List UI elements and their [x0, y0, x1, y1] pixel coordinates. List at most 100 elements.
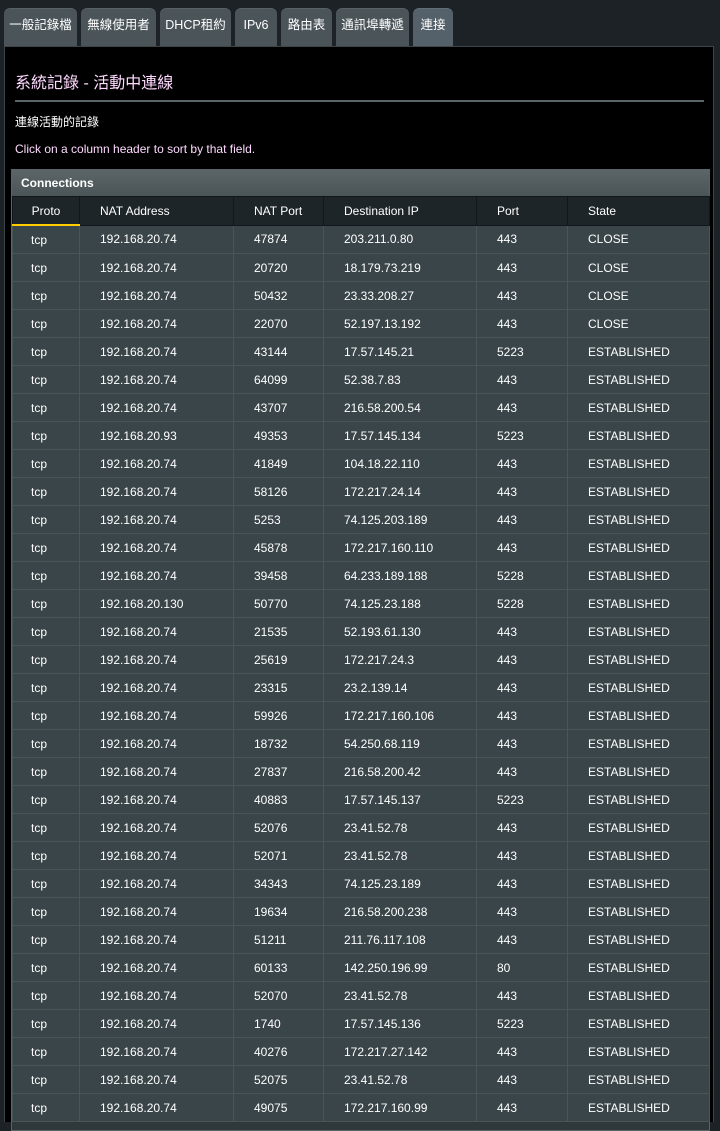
cell-port: 5223: [476, 337, 568, 366]
tab-ipv6[interactable]: IPv6: [235, 8, 277, 51]
cell-proto: tcp: [12, 561, 80, 590]
table-row: tcp 192.168.20.74 23315 23.2.139.14 443 ESTAB…: [12, 673, 710, 702]
table-row: tcp 192.168.20.74 58126 172.217.24.14 443 EST…: [12, 477, 710, 506]
cell-nat-address: 192.168.20.130: [79, 589, 234, 618]
cell-proto: tcp: [12, 309, 80, 338]
table-row: tcp 192.168.20.74 40276 172.217.27.142 443 ES…: [12, 1037, 710, 1066]
tab-routing-table[interactable]: 路由表: [281, 8, 332, 51]
cell-nat-port: 39458: [233, 561, 324, 590]
column-header-nat-address[interactable]: NAT Address: [79, 196, 234, 226]
cell-nat-address: 192.168.20.74: [79, 337, 234, 366]
table-row: tcp 192.168.20.74 43707 216.58.200.54 443 EST…: [12, 393, 710, 422]
cell-port: 443: [476, 673, 568, 702]
cell-proto: tcp: [12, 1093, 80, 1122]
tab-port-forwarding[interactable]: 通訊埠轉遞: [336, 8, 409, 51]
cell-nat-port: 47874: [233, 224, 324, 254]
cell-state: CLOSE: [567, 309, 710, 338]
cell-proto: tcp: [12, 281, 80, 310]
cell-nat-port: 64099: [233, 365, 324, 394]
cell-port: 443: [476, 533, 568, 562]
tab-general-log[interactable]: 一般記錄檔: [4, 8, 77, 51]
cell-proto: tcp: [12, 953, 80, 982]
cell-port: 80: [476, 953, 568, 982]
cell-destination-ip: 104.18.22.110: [323, 449, 477, 478]
cell-port: 443: [476, 813, 568, 842]
cell-port: 5228: [476, 561, 568, 590]
table-row: tcp 192.168.20.74 52070 23.41.52.78 443 ESTAB…: [12, 981, 710, 1010]
cell-destination-ip: 17.57.145.137: [323, 785, 477, 814]
cell-destination-ip: 172.217.160.110: [323, 533, 477, 562]
column-header-proto[interactable]: Proto: [12, 196, 80, 226]
tab-connections[interactable]: 連接: [413, 8, 453, 51]
cell-state: ESTABLISHED: [567, 1093, 710, 1122]
cell-destination-ip: 142.250.196.99: [323, 953, 477, 982]
column-header-port[interactable]: Port: [476, 196, 568, 226]
cell-nat-port: 51211: [233, 925, 324, 954]
cell-port: 443: [476, 309, 568, 338]
cell-nat-address: 192.168.20.74: [79, 673, 234, 702]
page-description: 連線活動的記錄: [15, 115, 100, 129]
cell-nat-address: 192.168.20.74: [79, 729, 234, 758]
cell-port: 5228: [476, 589, 568, 618]
cell-state: ESTABLISHED: [567, 617, 710, 646]
cell-nat-port: 45878: [233, 533, 324, 562]
table-row: tcp 192.168.20.74 52075 23.41.52.78 443 ESTAB…: [12, 1065, 710, 1094]
cell-nat-address: 192.168.20.74: [79, 224, 234, 254]
cell-proto: tcp: [12, 813, 80, 842]
column-header-nat-port[interactable]: NAT Port: [233, 196, 324, 226]
cell-destination-ip: 23.41.52.78: [323, 1065, 477, 1094]
tab-bar: 一般記錄檔 無線使用者 DHCP租約 IPv6 路由表 通訊埠轉遞 連接: [0, 0, 720, 51]
cell-nat-port: 49353: [233, 421, 324, 450]
cell-nat-port: 21535: [233, 617, 324, 646]
column-header-state[interactable]: State: [567, 196, 710, 226]
cell-state: ESTABLISHED: [567, 449, 710, 478]
cell-destination-ip: 203.211.0.80: [323, 224, 477, 254]
cell-destination-ip: 17.57.145.136: [323, 1009, 477, 1038]
cell-proto: tcp: [12, 785, 80, 814]
cell-nat-address: 192.168.20.74: [79, 533, 234, 562]
cell-nat-port: 23315: [233, 673, 324, 702]
cell-port: 443: [476, 701, 568, 730]
tab-wireless-clients[interactable]: 無線使用者: [81, 8, 156, 51]
table-row: tcp 192.168.20.130 50770 74.125.23.188 5228 E…: [12, 589, 710, 618]
cell-proto: tcp: [12, 729, 80, 758]
cell-state: ESTABLISHED: [567, 841, 710, 870]
table-row: tcp 192.168.20.74 60133 142.250.196.99 80 EST…: [12, 953, 710, 982]
cell-state: ESTABLISHED: [567, 505, 710, 534]
cell-nat-address: 192.168.20.74: [79, 897, 234, 926]
cell-nat-port: 58126: [233, 477, 324, 506]
table-row: tcp 192.168.20.74 40883 17.57.145.137 5223 ES…: [12, 785, 710, 814]
cell-proto: tcp: [12, 617, 80, 646]
cell-nat-port: 25619: [233, 645, 324, 674]
cell-destination-ip: 216.58.200.238: [323, 897, 477, 926]
cell-nat-port: 22070: [233, 309, 324, 338]
cell-proto: tcp: [12, 224, 80, 254]
cell-destination-ip: 52.193.61.130: [323, 617, 477, 646]
table-row: tcp 192.168.20.74 27837 216.58.200.42 443 EST…: [12, 757, 710, 786]
cell-nat-port: 18732: [233, 729, 324, 758]
sort-hint: Click on a column header to sort by that…: [15, 142, 256, 156]
column-header-destination-ip[interactable]: Destination IP: [323, 196, 477, 226]
cell-proto: tcp: [12, 645, 80, 674]
cell-port: 443: [476, 841, 568, 870]
cell-nat-port: 52070: [233, 981, 324, 1010]
cell-proto: tcp: [12, 757, 80, 786]
tab-dhcp-leases[interactable]: DHCP租約: [160, 8, 231, 51]
cell-port: 443: [476, 617, 568, 646]
cell-destination-ip: 23.41.52.78: [323, 841, 477, 870]
cell-state: ESTABLISHED: [567, 533, 710, 562]
cell-nat-address: 192.168.20.74: [79, 393, 234, 422]
cell-state: ESTABLISHED: [567, 981, 710, 1010]
cell-nat-port: 52075: [233, 1065, 324, 1094]
table-row: tcp 192.168.20.74 47874 203.211.0.80 443 CLOS…: [12, 224, 710, 254]
table-row: tcp 192.168.20.74 19634 216.58.200.238 443 ES…: [12, 897, 710, 926]
cell-nat-address: 192.168.20.74: [79, 981, 234, 1010]
cell-port: 443: [476, 253, 568, 282]
cell-nat-port: 59926: [233, 701, 324, 730]
cell-nat-port: 41849: [233, 449, 324, 478]
table-row: tcp 192.168.20.74 39458 64.233.189.188 5228 E…: [12, 561, 710, 590]
cell-nat-address: 192.168.20.74: [79, 813, 234, 842]
cell-nat-address: 192.168.20.93: [79, 421, 234, 450]
cell-destination-ip: 23.33.208.27: [323, 281, 477, 310]
cell-proto: tcp: [12, 897, 80, 926]
